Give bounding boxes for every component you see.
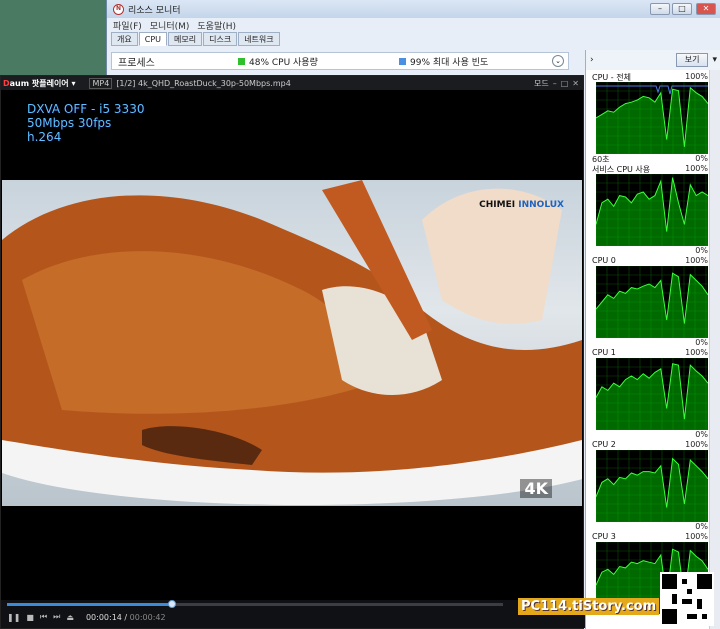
4k-badge: 4K [520,479,552,498]
tab-overview[interactable]: 개요 [111,32,138,46]
cpu-graph: CPU 2 100% 0% [586,440,710,532]
maximize-button[interactable]: □ [672,3,692,15]
maximize-icon[interactable]: □ [561,79,569,88]
minimize-icon[interactable]: – [553,79,557,88]
graph-label: CPU 2 [592,440,616,449]
video-frame[interactable]: CHIMEI INNOLUX 4K [2,180,582,506]
minimize-button[interactable]: – [650,3,670,15]
graph-min: 0% [695,430,708,439]
graph-panel-header: › 보기 ▾ [586,50,720,70]
resmon-app-icon: N [113,3,124,15]
graph-canvas [596,450,708,522]
osd-line-2: 50Mbps 30fps [27,116,112,130]
menu-help[interactable]: 도움말(H) [197,19,236,32]
graph-min: 0% [695,522,708,531]
seek-bar[interactable] [7,600,503,608]
graph-label: CPU 0 [592,256,616,265]
section-title: 프로세스 [118,57,155,69]
graph-max: 100% [685,532,708,541]
eject-icon[interactable]: ⏏ [66,613,74,622]
graph-max: 100% [685,348,708,357]
graph-panel: › 보기 ▾ CPU - 전체 100% 60초 0% 서비스 CPU 사용 10… [585,50,720,629]
playback-controls: ❚❚ ■ ⏮ ⏭ ⏏ 00:00:14 / 00:00:42 [7,612,166,622]
tab-memory[interactable]: 메모리 [168,32,203,46]
graph-max: 100% [685,164,708,173]
tab-disk[interactable]: 디스크 [203,32,238,46]
cpu-graph: CPU 1 100% 0% [586,348,710,440]
osd-line-1: DXVA OFF - i5 3330 [27,102,145,116]
scrollbar[interactable] [709,70,720,629]
expand-chevron-icon[interactable]: ⌄ [552,55,564,67]
stop-icon[interactable]: ■ [26,613,34,622]
mode-button[interactable]: 모드 [534,78,549,89]
max-frequency-swatch [399,57,406,65]
file-name: [1/2] 4k_QHD_RoastDuck_30p-50Mbps.mp4 [116,78,291,88]
seek-progress [7,603,173,606]
menu-monitor[interactable]: 모니터(M) [150,19,190,32]
roast-duck-image [2,180,582,505]
close-button[interactable]: ✕ [696,3,716,15]
close-icon[interactable]: ✕ [572,79,579,88]
chimei-innolux-logo: CHIMEI INNOLUX [479,200,564,210]
seek-handle[interactable] [168,600,177,608]
view-dropdown-icon[interactable]: ▾ [712,55,717,65]
player-title-bar: Daum 팟플레이어 ▾ MP4 [1/2] 4k_QHD_RoastDuck_… [1,76,583,90]
graph-min: 0% [695,154,708,163]
watermark: PC114.tiStory.com [518,598,660,615]
graph-canvas [596,174,708,246]
processes-section-header[interactable]: 프로세스 48% CPU 사용량 99% 최대 사용 빈도 ⌄ [111,52,569,70]
cpu-graph: CPU - 전체 100% 60초 0% [586,72,710,164]
graph-max: 100% [685,256,708,265]
desktop-background [0,0,110,80]
window-title: 리소스 모니터 [128,5,181,16]
video-player-window: Daum 팟플레이어 ▾ MP4 [1/2] 4k_QHD_RoastDuck_… [0,75,585,629]
graph-label: CPU 3 [592,532,616,541]
menu-bar: 파일(F) 모니터(M) 도움말(H) [107,18,720,32]
collapse-arrow-icon[interactable]: › [590,55,594,65]
graph-canvas [596,358,708,430]
cpu-usage-text: 48% CPU 사용량 [249,57,318,68]
tab-cpu[interactable]: CPU [138,32,167,46]
tab-bar: 개요 CPU 메모리 디스크 네트워크 [111,32,280,46]
cpu-usage-swatch [238,57,245,65]
graph-canvas [596,266,708,338]
menu-file[interactable]: 파일(F) [113,19,142,32]
potplayer-logo[interactable]: Daum 팟플레이어 ▾ [3,78,75,89]
graph-min: 0% [695,246,708,255]
graph-max: 100% [685,72,708,81]
cpu-graph: 서비스 CPU 사용 100% 0% [586,164,710,256]
cpu-graph: CPU 0 100% 0% [586,256,710,348]
next-icon[interactable]: ⏭ [53,612,60,622]
view-button[interactable]: 보기 [675,53,709,67]
control-bar: ❚❚ ■ ⏮ ⏭ ⏏ 00:00:14 / 00:00:42 [1,600,585,628]
osd-line-3: h.264 [27,130,62,144]
graph-min: 0% [695,338,708,347]
osd-text: DXVA OFF - i5 3330 50Mbps 30fps h.264 [27,102,144,144]
tab-network[interactable]: 네트워크 [238,32,280,46]
time-display: 00:00:14 / 00:00:42 [85,612,166,622]
title-bar: N 리소스 모니터 [107,0,720,18]
max-frequency-text: 99% 최대 사용 빈도 [410,57,489,68]
graph-max: 100% [685,440,708,449]
graph-canvas [596,82,708,154]
format-badge: MP4 [89,77,113,89]
graph-label: CPU 1 [592,348,616,357]
previous-icon[interactable]: ⏮ [40,612,47,622]
pause-icon[interactable]: ❚❚ [7,613,20,622]
qr-code [660,572,714,626]
